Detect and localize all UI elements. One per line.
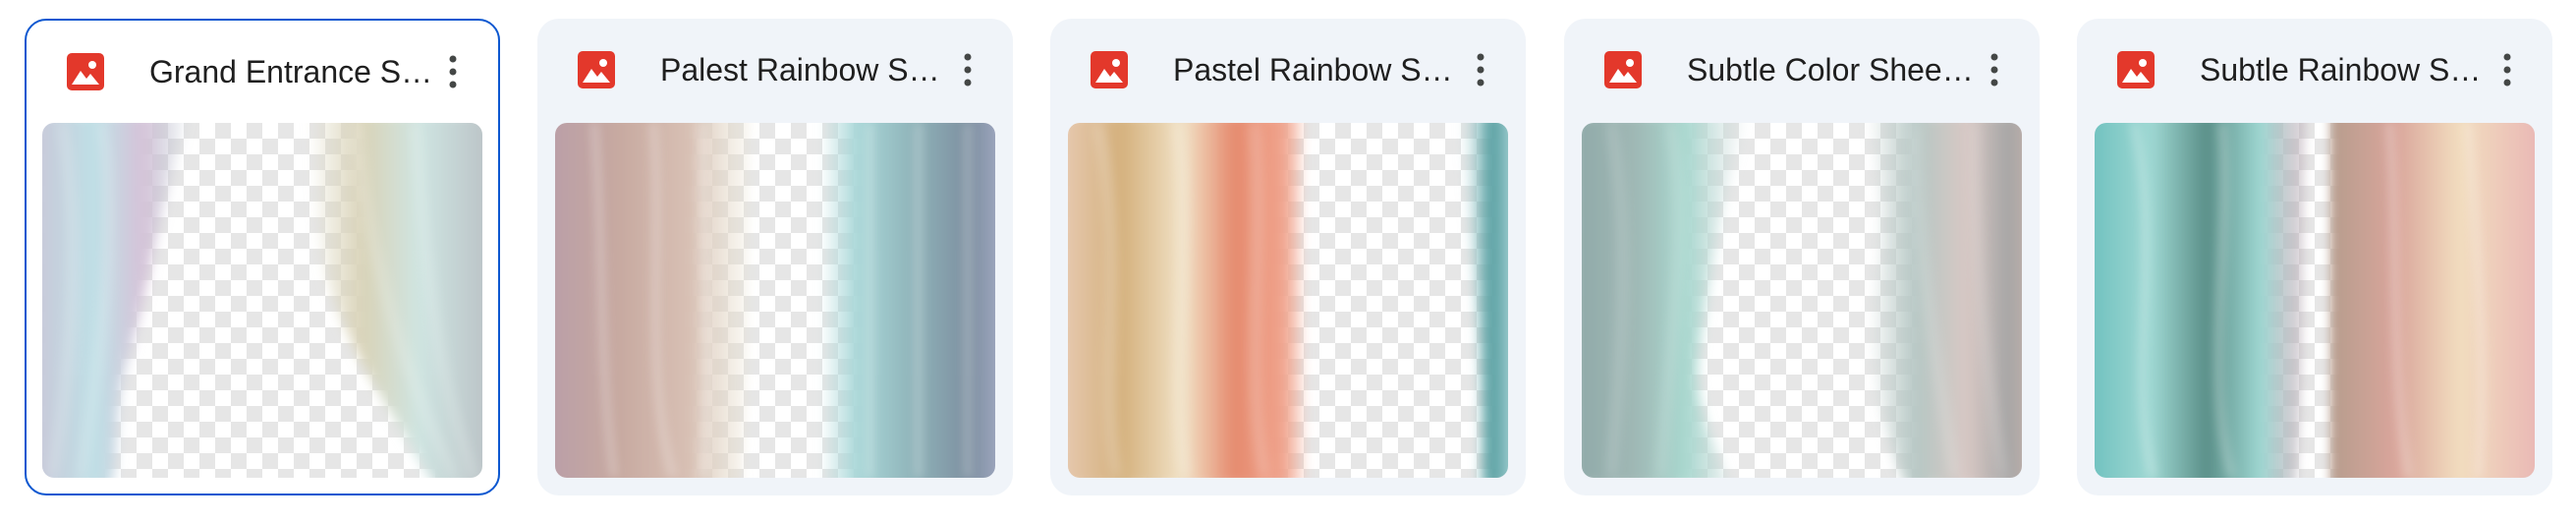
file-title: Grand Entrance Sheer Curtains [149,54,444,89]
file-card-subtle-rainbow[interactable]: Subtle Rainbow Sheer Curtains [2077,19,2552,495]
image-file-icon [2116,50,2156,89]
file-grid: Grand Entrance Sheer Curtains [0,0,2576,523]
image-file-icon [1603,50,1643,89]
more-vert-icon [449,55,457,88]
card-header: Palest Rainbow Sheer Curtains [537,19,1013,121]
card-header: Grand Entrance Sheer Curtains [27,21,498,123]
image-thumbnail[interactable] [2095,123,2535,478]
more-vert-icon [964,53,972,87]
file-title: Subtle Color Sheer Curtains [1687,52,1982,87]
more-options-button[interactable] [1457,46,1504,93]
image-thumbnail[interactable] [555,123,995,478]
file-card-palest-rainbow[interactable]: Palest Rainbow Sheer Curtains [537,19,1013,495]
card-header: Pastel Rainbow Sheer Curtains [1050,19,1526,121]
file-card-grand-entrance[interactable]: Grand Entrance Sheer Curtains [25,19,500,495]
image-file-icon [66,52,105,91]
file-card-subtle-color[interactable]: Subtle Color Sheer Curtains [1564,19,2040,495]
more-options-button[interactable] [2484,46,2531,93]
image-thumbnail[interactable] [1582,123,2022,478]
more-vert-icon [1477,53,1484,87]
file-title: Subtle Rainbow Sheer Curtains [2200,52,2494,87]
more-options-button[interactable] [429,48,476,95]
file-card-pastel-rainbow[interactable]: Pastel Rainbow Sheer Curtains [1050,19,1526,495]
image-thumbnail[interactable] [1068,123,1508,478]
more-vert-icon [2503,53,2511,87]
image-file-icon [577,50,616,89]
more-options-button[interactable] [944,46,991,93]
more-options-button[interactable] [1971,46,2018,93]
file-title: Pastel Rainbow Sheer Curtains [1173,52,1468,87]
file-title: Palest Rainbow Sheer Curtains [660,52,955,87]
image-file-icon [1090,50,1129,89]
image-thumbnail[interactable] [42,123,482,478]
card-header: Subtle Rainbow Sheer Curtains [2077,19,2552,121]
more-vert-icon [1990,53,1998,87]
card-header: Subtle Color Sheer Curtains [1564,19,2040,121]
